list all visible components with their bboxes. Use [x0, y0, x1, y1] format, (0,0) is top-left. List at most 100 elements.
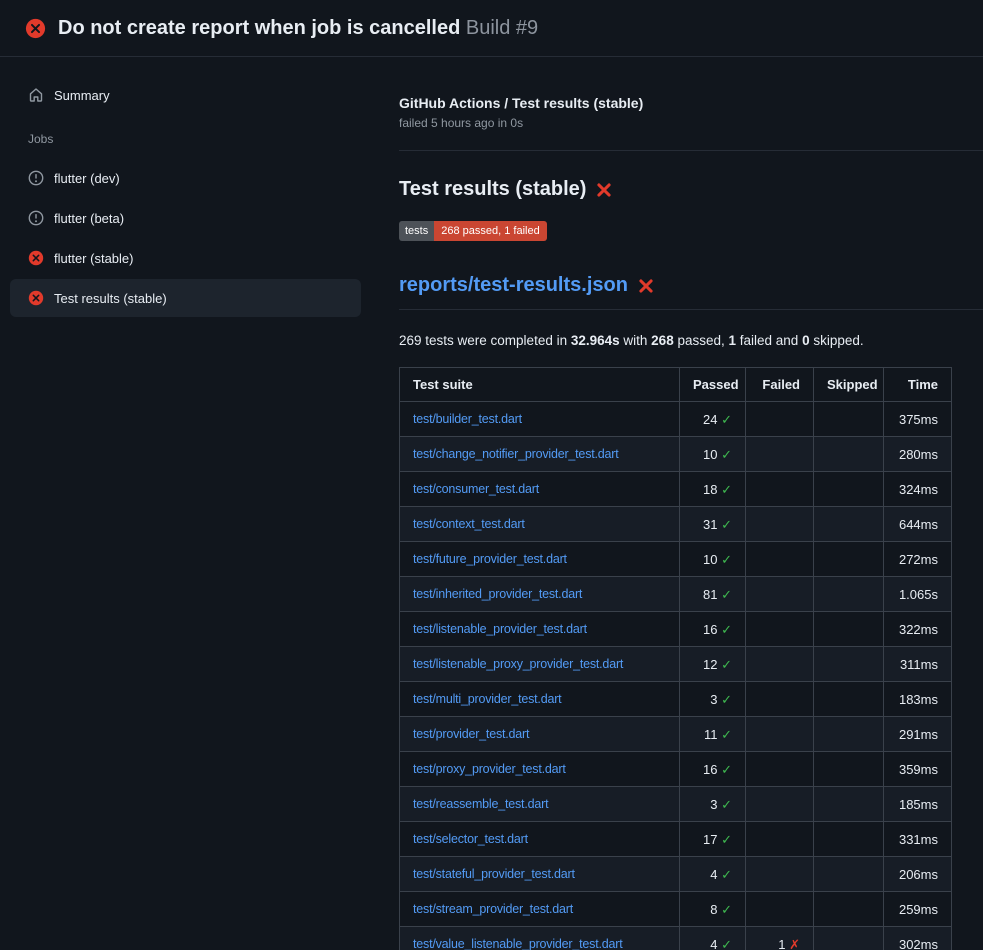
suite-cell: test/inherited_provider_test.dart — [400, 577, 680, 612]
check-icon: ✓ — [721, 797, 732, 812]
sidebar-item-summary[interactable]: Summary — [10, 76, 361, 114]
check-icon: ✓ — [721, 692, 732, 707]
failed-x-icon — [596, 182, 612, 198]
col-time: Time — [884, 368, 952, 402]
passed-cell: 10 ✓ — [680, 542, 746, 577]
col-passed: Passed — [680, 368, 746, 402]
suite-cell: test/multi_provider_test.dart — [400, 682, 680, 717]
count-value: 16 — [703, 762, 721, 777]
suite-link[interactable]: test/reassemble_test.dart — [413, 797, 548, 811]
sidebar-item-test-results-stable[interactable]: Test results (stable) — [10, 279, 361, 317]
skipped-cell — [814, 787, 884, 822]
suite-link[interactable]: test/change_notifier_provider_test.dart — [413, 447, 619, 461]
passed-cell: 3 ✓ — [680, 787, 746, 822]
skipped-cell — [814, 612, 884, 647]
table-row: test/stream_provider_test.dart 8 ✓ 259ms — [400, 892, 952, 927]
home-icon — [28, 87, 44, 103]
count-value: 31 — [703, 517, 721, 532]
sidebar-item-flutter-stable[interactable]: flutter (stable) — [10, 239, 361, 277]
skipped-cell — [814, 577, 884, 612]
suite-cell: test/consumer_test.dart — [400, 472, 680, 507]
failed-cell — [746, 542, 814, 577]
passed-cell: 8 ✓ — [680, 892, 746, 927]
suite-link[interactable]: test/builder_test.dart — [413, 412, 522, 426]
failed-cell — [746, 857, 814, 892]
check-icon: ✓ — [721, 832, 732, 847]
suite-link[interactable]: test/listenable_provider_test.dart — [413, 622, 587, 636]
skipped-cell — [814, 647, 884, 682]
warning-circle-icon — [28, 210, 44, 226]
skipped-cell — [814, 857, 884, 892]
time-cell: 259ms — [884, 892, 952, 927]
suite-link[interactable]: test/value_listenable_provider_test.dart — [413, 937, 623, 950]
check-icon: ✓ — [721, 412, 732, 427]
jobs-section-label: Jobs — [10, 116, 361, 159]
time-cell: 206ms — [884, 857, 952, 892]
test-results-table: Test suite Passed Failed Skipped Time te… — [399, 367, 952, 950]
passed-cell: 81 ✓ — [680, 577, 746, 612]
suite-link[interactable]: test/stream_provider_test.dart — [413, 902, 573, 916]
passed-cell: 12 ✓ — [680, 647, 746, 682]
check-icon: ✓ — [721, 552, 732, 567]
suite-link[interactable]: test/multi_provider_test.dart — [413, 692, 561, 706]
failed-cell — [746, 507, 814, 542]
suite-link[interactable]: test/stateful_provider_test.dart — [413, 867, 575, 881]
suite-link[interactable]: test/future_provider_test.dart — [413, 552, 567, 566]
skipped-cell — [814, 892, 884, 927]
failed-cell — [746, 402, 814, 437]
suite-cell: test/builder_test.dart — [400, 402, 680, 437]
suite-link[interactable]: test/selector_test.dart — [413, 832, 528, 846]
summary-line: 269 tests were completed in 32.964s with… — [399, 333, 983, 348]
failed-x-icon — [638, 278, 654, 294]
run-title-text: Do not create report when job is cancell… — [58, 17, 460, 39]
page-title: Do not create report when job is cancell… — [58, 17, 538, 40]
suite-link[interactable]: test/context_test.dart — [413, 517, 525, 531]
suite-link[interactable]: test/provider_test.dart — [413, 727, 529, 741]
sidebar-item-label: flutter (stable) — [54, 251, 133, 266]
x-icon: ✗ — [789, 937, 800, 950]
suite-cell: test/stream_provider_test.dart — [400, 892, 680, 927]
suite-link[interactable]: test/proxy_provider_test.dart — [413, 762, 566, 776]
count-value: 4 — [710, 867, 721, 882]
count-value: 3 — [710, 797, 721, 812]
skipped-cell — [814, 752, 884, 787]
passed-cell: 31 ✓ — [680, 507, 746, 542]
count-value: 10 — [703, 447, 721, 462]
suite-cell: test/listenable_provider_test.dart — [400, 612, 680, 647]
time-cell: 331ms — [884, 822, 952, 857]
time-cell: 1.065s — [884, 577, 952, 612]
x-circle-icon — [28, 250, 44, 266]
passed-cell: 4 ✓ — [680, 927, 746, 950]
table-header-row: Test suite Passed Failed Skipped Time — [400, 368, 952, 402]
sidebar-item-label: flutter (beta) — [54, 211, 124, 226]
suite-cell: test/reassemble_test.dart — [400, 787, 680, 822]
report-link[interactable]: reports/test-results.json — [399, 274, 628, 297]
suite-cell: test/value_listenable_provider_test.dart — [400, 927, 680, 950]
suite-cell: test/future_provider_test.dart — [400, 542, 680, 577]
count-value: 11 — [704, 727, 721, 742]
skipped-cell — [814, 682, 884, 717]
passed-cell: 16 ✓ — [680, 612, 746, 647]
breadcrumb: GitHub Actions / Test results (stable) — [399, 95, 983, 111]
col-failed: Failed — [746, 368, 814, 402]
suite-cell: test/listenable_proxy_provider_test.dart — [400, 647, 680, 682]
warning-circle-icon — [28, 170, 44, 186]
count-value: 3 — [710, 692, 721, 707]
time-cell: 183ms — [884, 682, 952, 717]
skipped-cell — [814, 437, 884, 472]
suite-link[interactable]: test/consumer_test.dart — [413, 482, 539, 496]
section-title: Test results (stable) — [399, 178, 983, 201]
badge-label: tests — [399, 221, 434, 241]
skipped-cell — [814, 402, 884, 437]
time-cell: 375ms — [884, 402, 952, 437]
summary-text: 269 tests were completed in — [399, 333, 571, 348]
time-cell: 322ms — [884, 612, 952, 647]
sidebar-item-flutter-beta[interactable]: flutter (beta) — [10, 199, 361, 237]
failed-cell — [746, 577, 814, 612]
suite-link[interactable]: test/inherited_provider_test.dart — [413, 587, 582, 601]
suite-link[interactable]: test/listenable_proxy_provider_test.dart — [413, 657, 623, 671]
table-row: test/listenable_proxy_provider_test.dart… — [400, 647, 952, 682]
sidebar-item-flutter-dev[interactable]: flutter (dev) — [10, 159, 361, 197]
count-value: 17 — [703, 832, 721, 847]
suite-cell: test/stateful_provider_test.dart — [400, 857, 680, 892]
